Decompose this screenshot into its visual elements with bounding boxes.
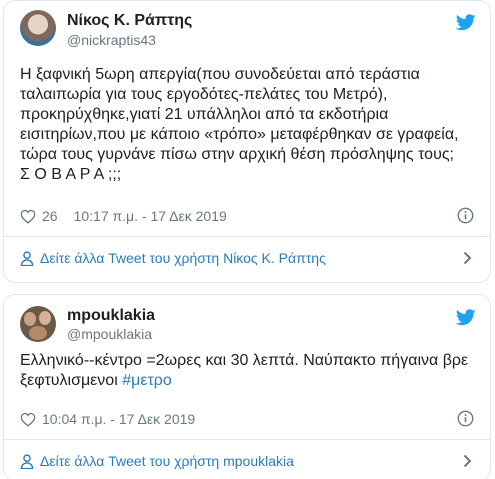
chevron-right-icon[interactable] xyxy=(463,454,472,468)
more-tweets-label[interactable]: Δείτε άλλα Tweet του χρήστη mpouklakia xyxy=(40,453,294,469)
info-icon[interactable] xyxy=(457,410,474,427)
tweet-text: Η ξαφνική 5ωρη απεργία(που συνοδεύεται α… xyxy=(20,65,482,185)
avatar[interactable] xyxy=(20,10,56,46)
tweet-text-line: ξεφτυλισμενοι #μετρο xyxy=(20,371,482,391)
tweet-meta: 26 10:17 π.μ. - 17 Δεκ 2019 xyxy=(20,206,474,226)
tweet-text-line: ταλαιπωρία για τους εργοδότες-πελάτες το… xyxy=(20,86,388,103)
more-tweets-link[interactable]: Δείτε άλλα Tweet του χρήστη mpouklakia xyxy=(20,451,474,471)
avatar[interactable] xyxy=(20,306,56,342)
heart-icon[interactable] xyxy=(20,412,36,427)
divider xyxy=(4,439,490,440)
more-tweets-link[interactable]: Δείτε άλλα Tweet του χρήστη Νίκος Κ. Ράπ… xyxy=(20,248,474,268)
hashtag-link[interactable]: #μετρο xyxy=(122,372,172,389)
tweet-meta: 10:04 π.μ. - 17 Δεκ 2019 xyxy=(20,409,474,429)
tweet-text-line: προκηρύχθηκε,γιατί 21 υπάλληλοι από τα ε… xyxy=(20,106,389,123)
tweet-timestamp[interactable]: 10:17 π.μ. - 17 Δεκ 2019 xyxy=(74,208,227,224)
author-handle[interactable]: @nickraptis43 xyxy=(67,32,156,48)
tweet-text-line: Σ Ο Β Α Ρ Α ;;; xyxy=(20,166,122,183)
more-tweets-label[interactable]: Δείτε άλλα Tweet του χρήστη Νίκος Κ. Ράπ… xyxy=(40,250,326,266)
tweet-text-segment: ξεφτυλισμενοι xyxy=(20,372,123,389)
heart-icon[interactable] xyxy=(20,209,36,224)
person-icon xyxy=(20,250,34,266)
tweet-text: Ελληνικό--κέντρο =2ωρες και 30 λεπτά. Να… xyxy=(20,351,482,391)
twitter-bird-icon[interactable] xyxy=(456,14,476,31)
tweet-text-line: Η ξαφνική 5ωρη απεργία(που συνοδεύεται α… xyxy=(20,66,420,83)
tweet-text-line: Ελληνικό--κέντρο =2ωρες και 30 λεπτά. Να… xyxy=(20,352,469,369)
tweet-text-line: εισιτηρίων,που με κάποιο «τρόπο» μεταφέρ… xyxy=(20,126,459,143)
tweet-timestamp[interactable]: 10:04 π.μ. - 17 Δεκ 2019 xyxy=(42,411,195,427)
person-icon xyxy=(20,453,34,469)
tweet-card[interactable]: mpouklakia @mpouklakia Ελληνικό--κέντρο … xyxy=(3,294,491,479)
divider xyxy=(4,236,490,237)
chevron-right-icon[interactable] xyxy=(463,251,472,265)
twitter-bird-icon[interactable] xyxy=(456,309,476,326)
author-name[interactable]: mpouklakia xyxy=(67,307,155,325)
tweet-card[interactable]: Νίκος Κ. Ράπτης @nickraptis43 Η ξαφνική … xyxy=(3,0,491,283)
tweet-text-line: τώρα τους γυρνάνε πίσω στην αρχική θέση … xyxy=(20,146,454,163)
like-count[interactable]: 26 xyxy=(42,208,58,224)
author-handle[interactable]: @mpouklakia xyxy=(67,326,152,342)
author-name[interactable]: Νίκος Κ. Ράπτης xyxy=(67,12,192,30)
info-icon[interactable] xyxy=(457,207,474,224)
